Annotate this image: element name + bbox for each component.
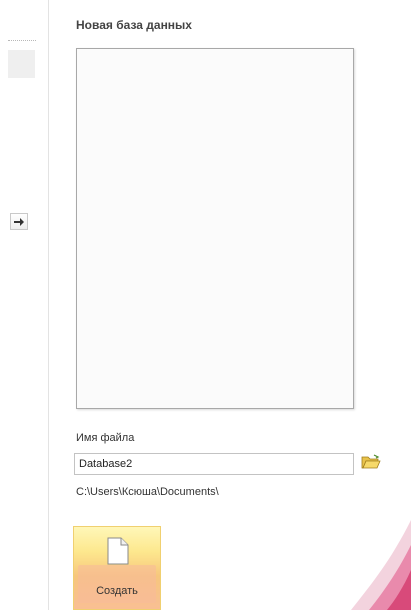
file-path: C:\Users\Ксюша\Documents\ (76, 486, 219, 498)
button-highlight (78, 565, 156, 603)
create-button[interactable]: Создать (73, 526, 161, 610)
blank-document-icon (107, 537, 129, 570)
panel-title: Новая база данных (76, 18, 192, 32)
arrow-right-icon (14, 213, 24, 231)
left-template-strip (0, 0, 48, 610)
navigate-button[interactable] (10, 213, 28, 230)
new-database-screen: Новая база данных Имя файла C:\Users\Ксю… (0, 0, 411, 610)
dotted-separator (8, 40, 36, 41)
file-name-label: Имя файла (76, 432, 135, 444)
folder-open-icon (361, 453, 381, 475)
file-name-input[interactable] (74, 453, 354, 475)
browse-folder-button[interactable] (360, 453, 382, 475)
template-thumbnail[interactable] (8, 50, 35, 78)
decorative-swoosh (351, 520, 411, 610)
create-button-label: Создать (96, 585, 138, 597)
panel-divider (48, 0, 49, 610)
template-preview (76, 48, 354, 409)
